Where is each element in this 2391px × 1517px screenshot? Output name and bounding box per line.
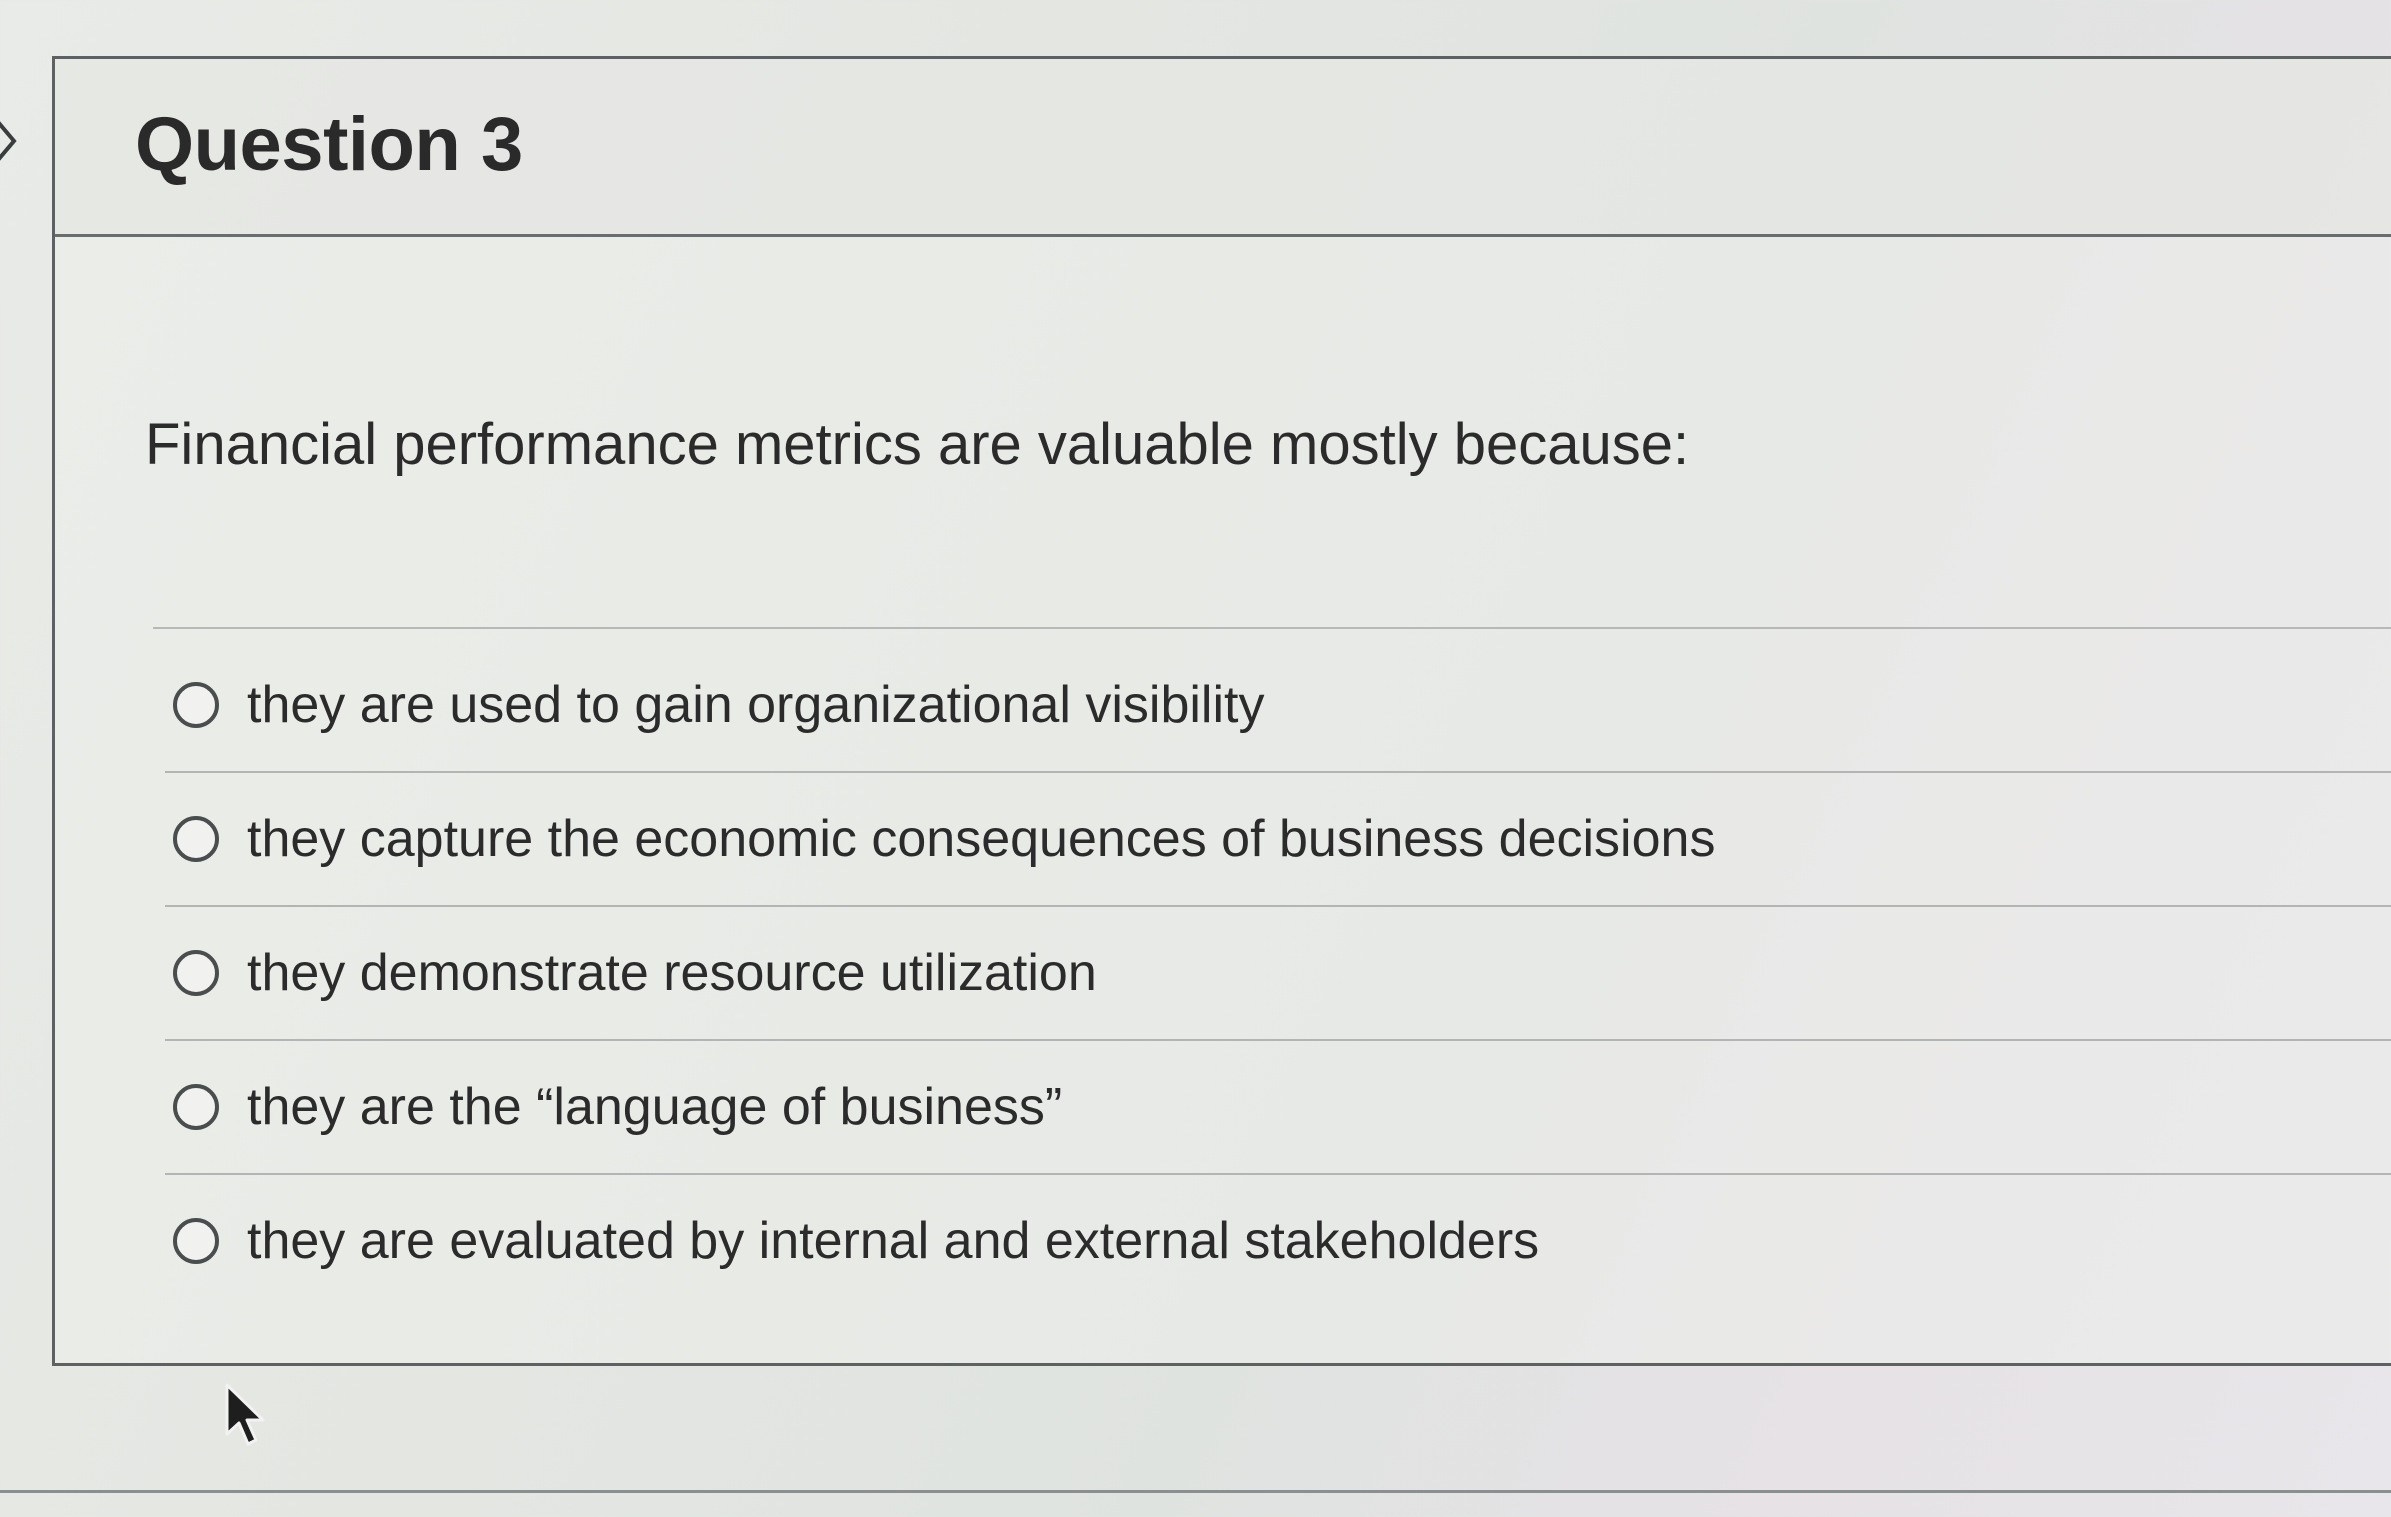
answer-option-3[interactable]: they demonstrate resource utilization (165, 907, 2391, 1041)
option-label[interactable]: they demonstrate resource utilization (247, 943, 1097, 1003)
answer-option-4[interactable]: they are the “language of business” (165, 1041, 2391, 1175)
chevron-right-icon[interactable] (0, 118, 20, 164)
option-label[interactable]: they are the “language of business” (247, 1077, 1062, 1137)
answer-options: they are used to gain organizational vis… (165, 639, 2391, 1307)
radio-button[interactable] (173, 950, 219, 996)
divider (153, 627, 2391, 629)
question-card: Question 3 Financial performance metrics… (52, 56, 2391, 1366)
question-header: Question 3 (55, 59, 2391, 237)
radio-button[interactable] (173, 682, 219, 728)
question-prompt: Financial performance metrics are valuab… (145, 412, 1690, 477)
option-label[interactable]: they are evaluated by internal and exter… (247, 1211, 1539, 1271)
radio-button[interactable] (173, 1084, 219, 1130)
answer-option-5[interactable]: they are evaluated by internal and exter… (165, 1175, 2391, 1307)
mouse-pointer-icon (225, 1383, 265, 1446)
radio-button[interactable] (173, 816, 219, 862)
radio-button[interactable] (173, 1218, 219, 1264)
option-label[interactable]: they capture the economic consequences o… (247, 809, 1715, 869)
bottom-divider (0, 1490, 2391, 1493)
question-title: Question 3 (135, 102, 523, 187)
option-label[interactable]: they are used to gain organizational vis… (247, 675, 1264, 735)
answer-option-2[interactable]: they capture the economic consequences o… (165, 773, 2391, 907)
answer-option-1[interactable]: they are used to gain organizational vis… (165, 639, 2391, 773)
